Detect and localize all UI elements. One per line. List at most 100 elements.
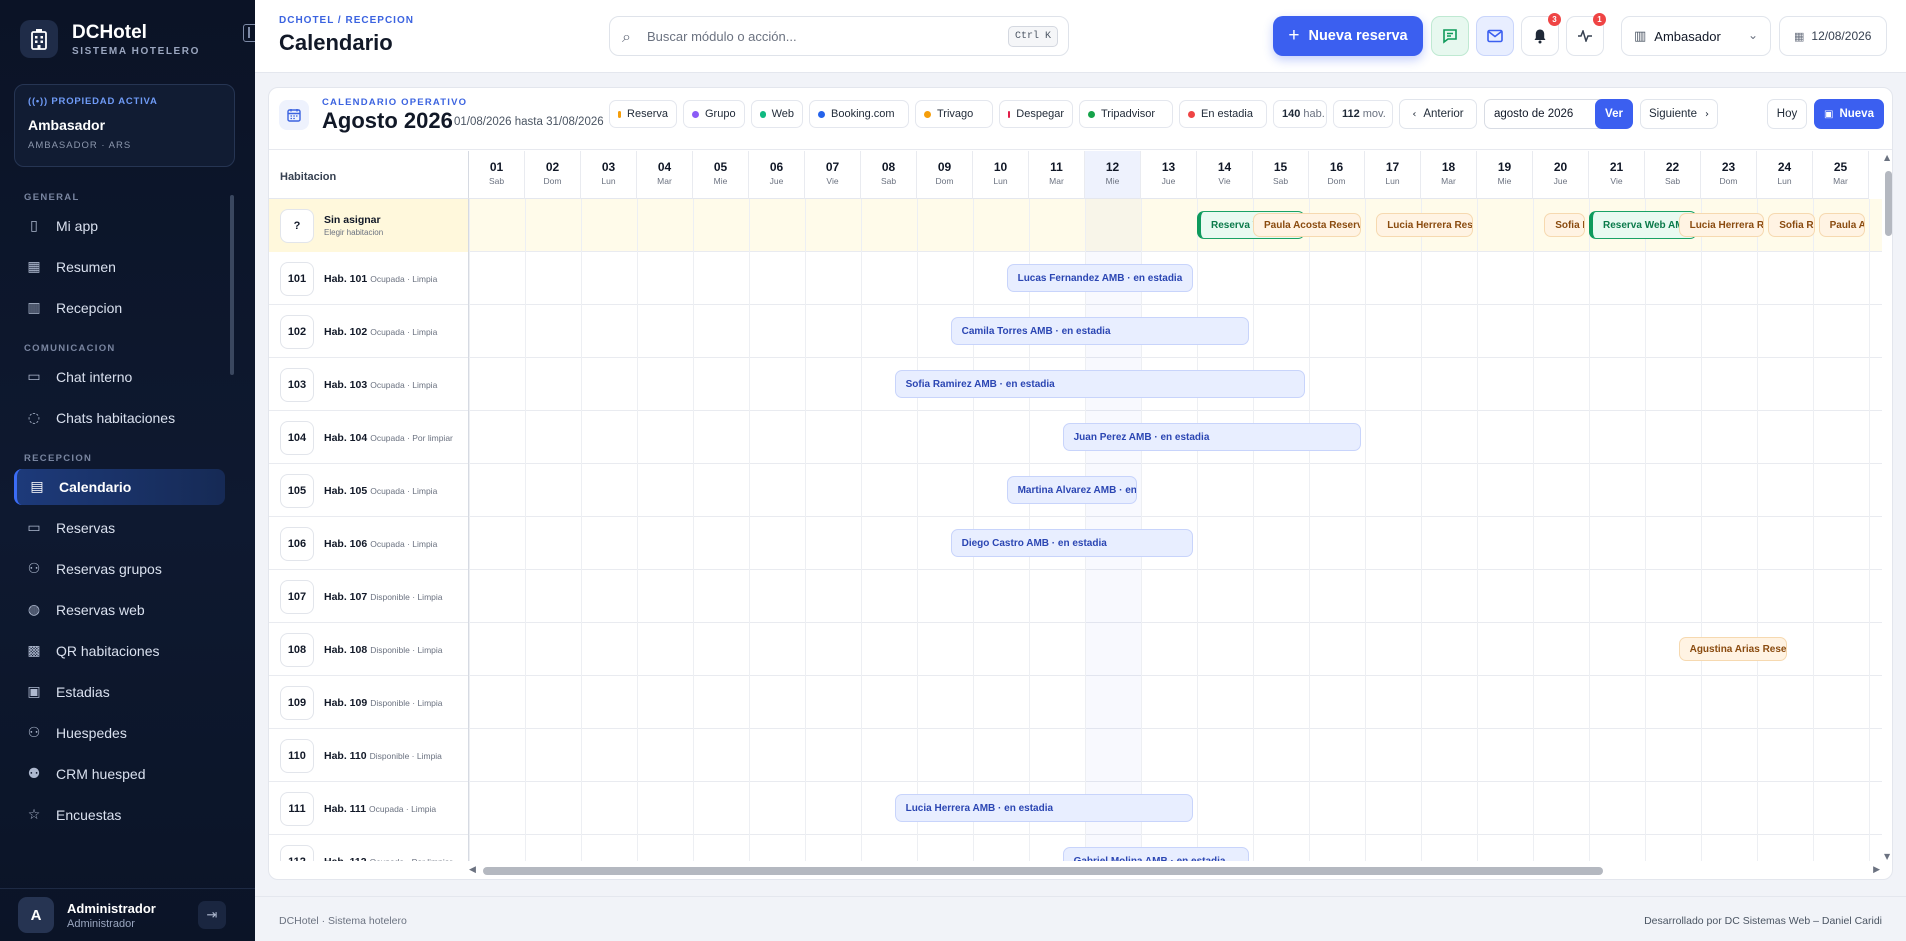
scroll-right-icon[interactable]: ▶ <box>1873 865 1880 875</box>
sidebar-item-chats-habitaciones[interactable]: ◌ Chats habitaciones <box>14 400 225 436</box>
legend-booking-com[interactable]: Booking.com <box>809 100 909 128</box>
legend-web[interactable]: Web <box>751 100 803 128</box>
room-cell[interactable]: 102 Hab. 102 Ocupada · Limpia <box>269 305 469 358</box>
day-header[interactable]: 25 Mar <box>1813 151 1869 199</box>
day-header[interactable]: 04 Mar <box>637 151 693 199</box>
sidebar-item-mi-app[interactable]: ▯ Mi app <box>14 208 225 244</box>
sidebar-item-calendario[interactable]: ▤ Calendario <box>14 469 225 505</box>
legend-trivago[interactable]: Trivago <box>915 100 993 128</box>
room-cell[interactable]: 110 Hab. 110 Disponible · Limpia <box>269 729 469 782</box>
day-header[interactable]: 16 Dom <box>1309 151 1365 199</box>
booking-bar[interactable]: Sofia Ramirez Reserva AMB <box>1768 213 1815 237</box>
day-header[interactable]: 15 Sab <box>1253 151 1309 199</box>
booking-bar[interactable]: Lucia Herrera AMB · en estadia <box>894 794 1193 822</box>
sidebar-item-crm-huesped[interactable]: ⚉ CRM huesped <box>14 756 225 792</box>
day-header[interactable]: 21 Vie <box>1589 151 1645 199</box>
room-cell[interactable]: 107 Hab. 107 Disponible · Limpia <box>269 570 469 623</box>
horizontal-scroll-thumb[interactable] <box>483 867 1603 875</box>
day-header[interactable]: 19 Mie <box>1477 151 1533 199</box>
day-header[interactable]: 05 Mie <box>693 151 749 199</box>
brand[interactable]: DCHotel SISTEMA HOTELERO <box>20 20 200 58</box>
scroll-left-icon[interactable]: ◀ <box>469 865 476 875</box>
active-property-card[interactable]: ((•)) PROPIEDAD ACTIVA Ambasador AMBASAD… <box>14 84 235 167</box>
day-header[interactable]: 02 Dom <box>525 151 581 199</box>
sidebar-item-recepcion[interactable]: ▥ Recepcion <box>14 290 225 326</box>
booking-bar[interactable]: Camila Torres AMB · en estadia <box>950 317 1249 345</box>
day-header[interactable]: 17 Lun <box>1365 151 1421 199</box>
room-cell[interactable]: 104 Hab. 104 Ocupada · Por limpiar <box>269 411 469 464</box>
sidebar-item-reservas-web[interactable]: ◍ Reservas web <box>14 592 225 628</box>
day-header[interactable]: 08 Sab <box>861 151 917 199</box>
room-cell[interactable]: 103 Hab. 103 Ocupada · Limpia <box>269 358 469 411</box>
room-cell[interactable]: 106 Hab. 106 Ocupada · Limpia <box>269 517 469 570</box>
view-button[interactable]: Ver <box>1595 99 1633 129</box>
room-cell[interactable]: 108 Hab. 108 Disponible · Limpia <box>269 623 469 676</box>
current-date[interactable]: ▦ 12/08/2026 <box>1779 16 1887 56</box>
booking-bar[interactable]: Sofia Ramirez AMB · en estadia <box>894 370 1305 398</box>
booking-bar[interactable]: Sofia Ramirez Reserva AMB <box>1544 213 1585 237</box>
day-header[interactable]: 07 Vie <box>805 151 861 199</box>
prev-month-button[interactable]: ‹ Anterior <box>1399 99 1477 129</box>
search-input[interactable]: ⌕ Buscar módulo o acción... Ctrl K <box>609 16 1069 56</box>
scroll-down-icon[interactable]: ▼ <box>1884 852 1890 861</box>
day-header[interactable]: 01 Sab <box>469 151 525 199</box>
booking-bar[interactable]: Paula Acosta Reserva AMB <box>1818 213 1865 237</box>
booking-bar[interactable]: Gabriel Molina AMB · en estadia <box>1062 847 1249 861</box>
sidebar-item-estadias[interactable]: ▣ Estadias <box>14 674 225 710</box>
notifications-bell-icon[interactable]: 3 <box>1521 13 1561 56</box>
avatar[interactable]: A <box>18 897 54 933</box>
legend-en-estadia[interactable]: En estadia <box>1179 100 1267 128</box>
activity-pulse-icon[interactable]: 1 <box>1566 13 1606 56</box>
booking-bar[interactable]: Paula Acosta Reserva AMB <box>1253 213 1361 237</box>
booking-bar[interactable]: Lucia Herrera Reserva AMB <box>1678 213 1765 237</box>
sidebar-scrollbar[interactable] <box>230 195 234 375</box>
mail-icon[interactable] <box>1476 16 1514 56</box>
day-header[interactable]: 09 Dom <box>917 151 973 199</box>
day-header[interactable]: 11 Mar <box>1029 151 1085 199</box>
room-cell[interactable]: 111 Hab. 111 Ocupada · Limpia <box>269 782 469 835</box>
booking-bar[interactable]: Lucas Fernandez AMB · en estadia <box>1006 264 1193 292</box>
sidebar-item-chat-interno[interactable]: ▭ Chat interno <box>14 359 225 395</box>
sidebar-item-qr-habitaciones[interactable]: ▩ QR habitaciones <box>14 633 225 669</box>
vertical-scrollbar[interactable]: ▲ ▼ <box>1882 151 1892 863</box>
sidebar-item-reservas[interactable]: ▭ Reservas <box>14 510 225 546</box>
booking-bar[interactable]: Juan Perez AMB · en estadia <box>1062 423 1361 451</box>
day-header[interactable]: 14 Vie <box>1197 151 1253 199</box>
today-button[interactable]: Hoy <box>1767 99 1807 129</box>
legend-tripadvisor[interactable]: Tripadvisor <box>1079 100 1173 128</box>
room-cell[interactable]: 109 Hab. 109 Disponible · Limpia <box>269 676 469 729</box>
legend-despegar[interactable]: Despegar <box>999 100 1073 128</box>
booking-bar[interactable]: Agustina Arias Reserva AMB <box>1678 637 1787 661</box>
day-header[interactable]: 10 Lun <box>973 151 1029 199</box>
sidebar-item-reservas-grupos[interactable]: ⚇ Reservas grupos <box>14 551 225 587</box>
booking-bar[interactable]: Diego Castro AMB · en estadia <box>950 529 1193 557</box>
sidebar-item-huespedes[interactable]: ⚇ Huespedes <box>14 715 225 751</box>
day-header[interactable]: 20 Jue <box>1533 151 1589 199</box>
new-booking-button[interactable]: + Nueva reserva <box>1273 16 1423 56</box>
next-month-button[interactable]: Siguiente › <box>1640 99 1718 129</box>
day-header[interactable]: 23 Dom <box>1701 151 1757 199</box>
room-cell[interactable]: 105 Hab. 105 Ocupada · Limpia <box>269 464 469 517</box>
vertical-scroll-thumb[interactable] <box>1885 171 1892 236</box>
new-calendar-booking-button[interactable]: ▣ Nueva <box>1814 99 1884 129</box>
day-header[interactable]: 03 Lun <box>581 151 637 199</box>
day-header[interactable]: 24 Lun <box>1757 151 1813 199</box>
room-cell[interactable]: 101 Hab. 101 Ocupada · Limpia <box>269 252 469 305</box>
day-header[interactable]: 18 Mar <box>1421 151 1477 199</box>
property-select[interactable]: ▥ Ambasador ⌄ <box>1621 16 1771 56</box>
sidebar-item-encuestas[interactable]: ☆ Encuestas <box>14 797 225 833</box>
day-header[interactable]: 22 Sab <box>1645 151 1701 199</box>
day-header[interactable]: 06 Jue <box>749 151 805 199</box>
sidebar-item-resumen[interactable]: ▦ Resumen <box>14 249 225 285</box>
room-cell[interactable]: 112 Hab. 112Ocupada · Por limpiar <box>269 835 469 861</box>
scroll-up-icon[interactable]: ▲ <box>1884 153 1890 162</box>
booking-bar[interactable]: Martina Alvarez AMB · en estadia <box>1006 476 1137 504</box>
legend-grupo[interactable]: Grupo <box>683 100 745 128</box>
chat-icon[interactable] <box>1431 16 1469 56</box>
horizontal-scrollbar[interactable]: ◀ ▶ <box>469 863 1882 879</box>
booking-bar[interactable]: Lucia Herrera Reserva AMB <box>1376 213 1473 237</box>
legend-reserva[interactable]: Reserva <box>609 100 677 128</box>
room-cell[interactable]: ? Sin asignar Elegir habitacion <box>269 199 469 252</box>
logout-icon[interactable]: ⇥ <box>198 901 226 929</box>
day-header[interactable]: 12 Mie <box>1085 151 1141 199</box>
